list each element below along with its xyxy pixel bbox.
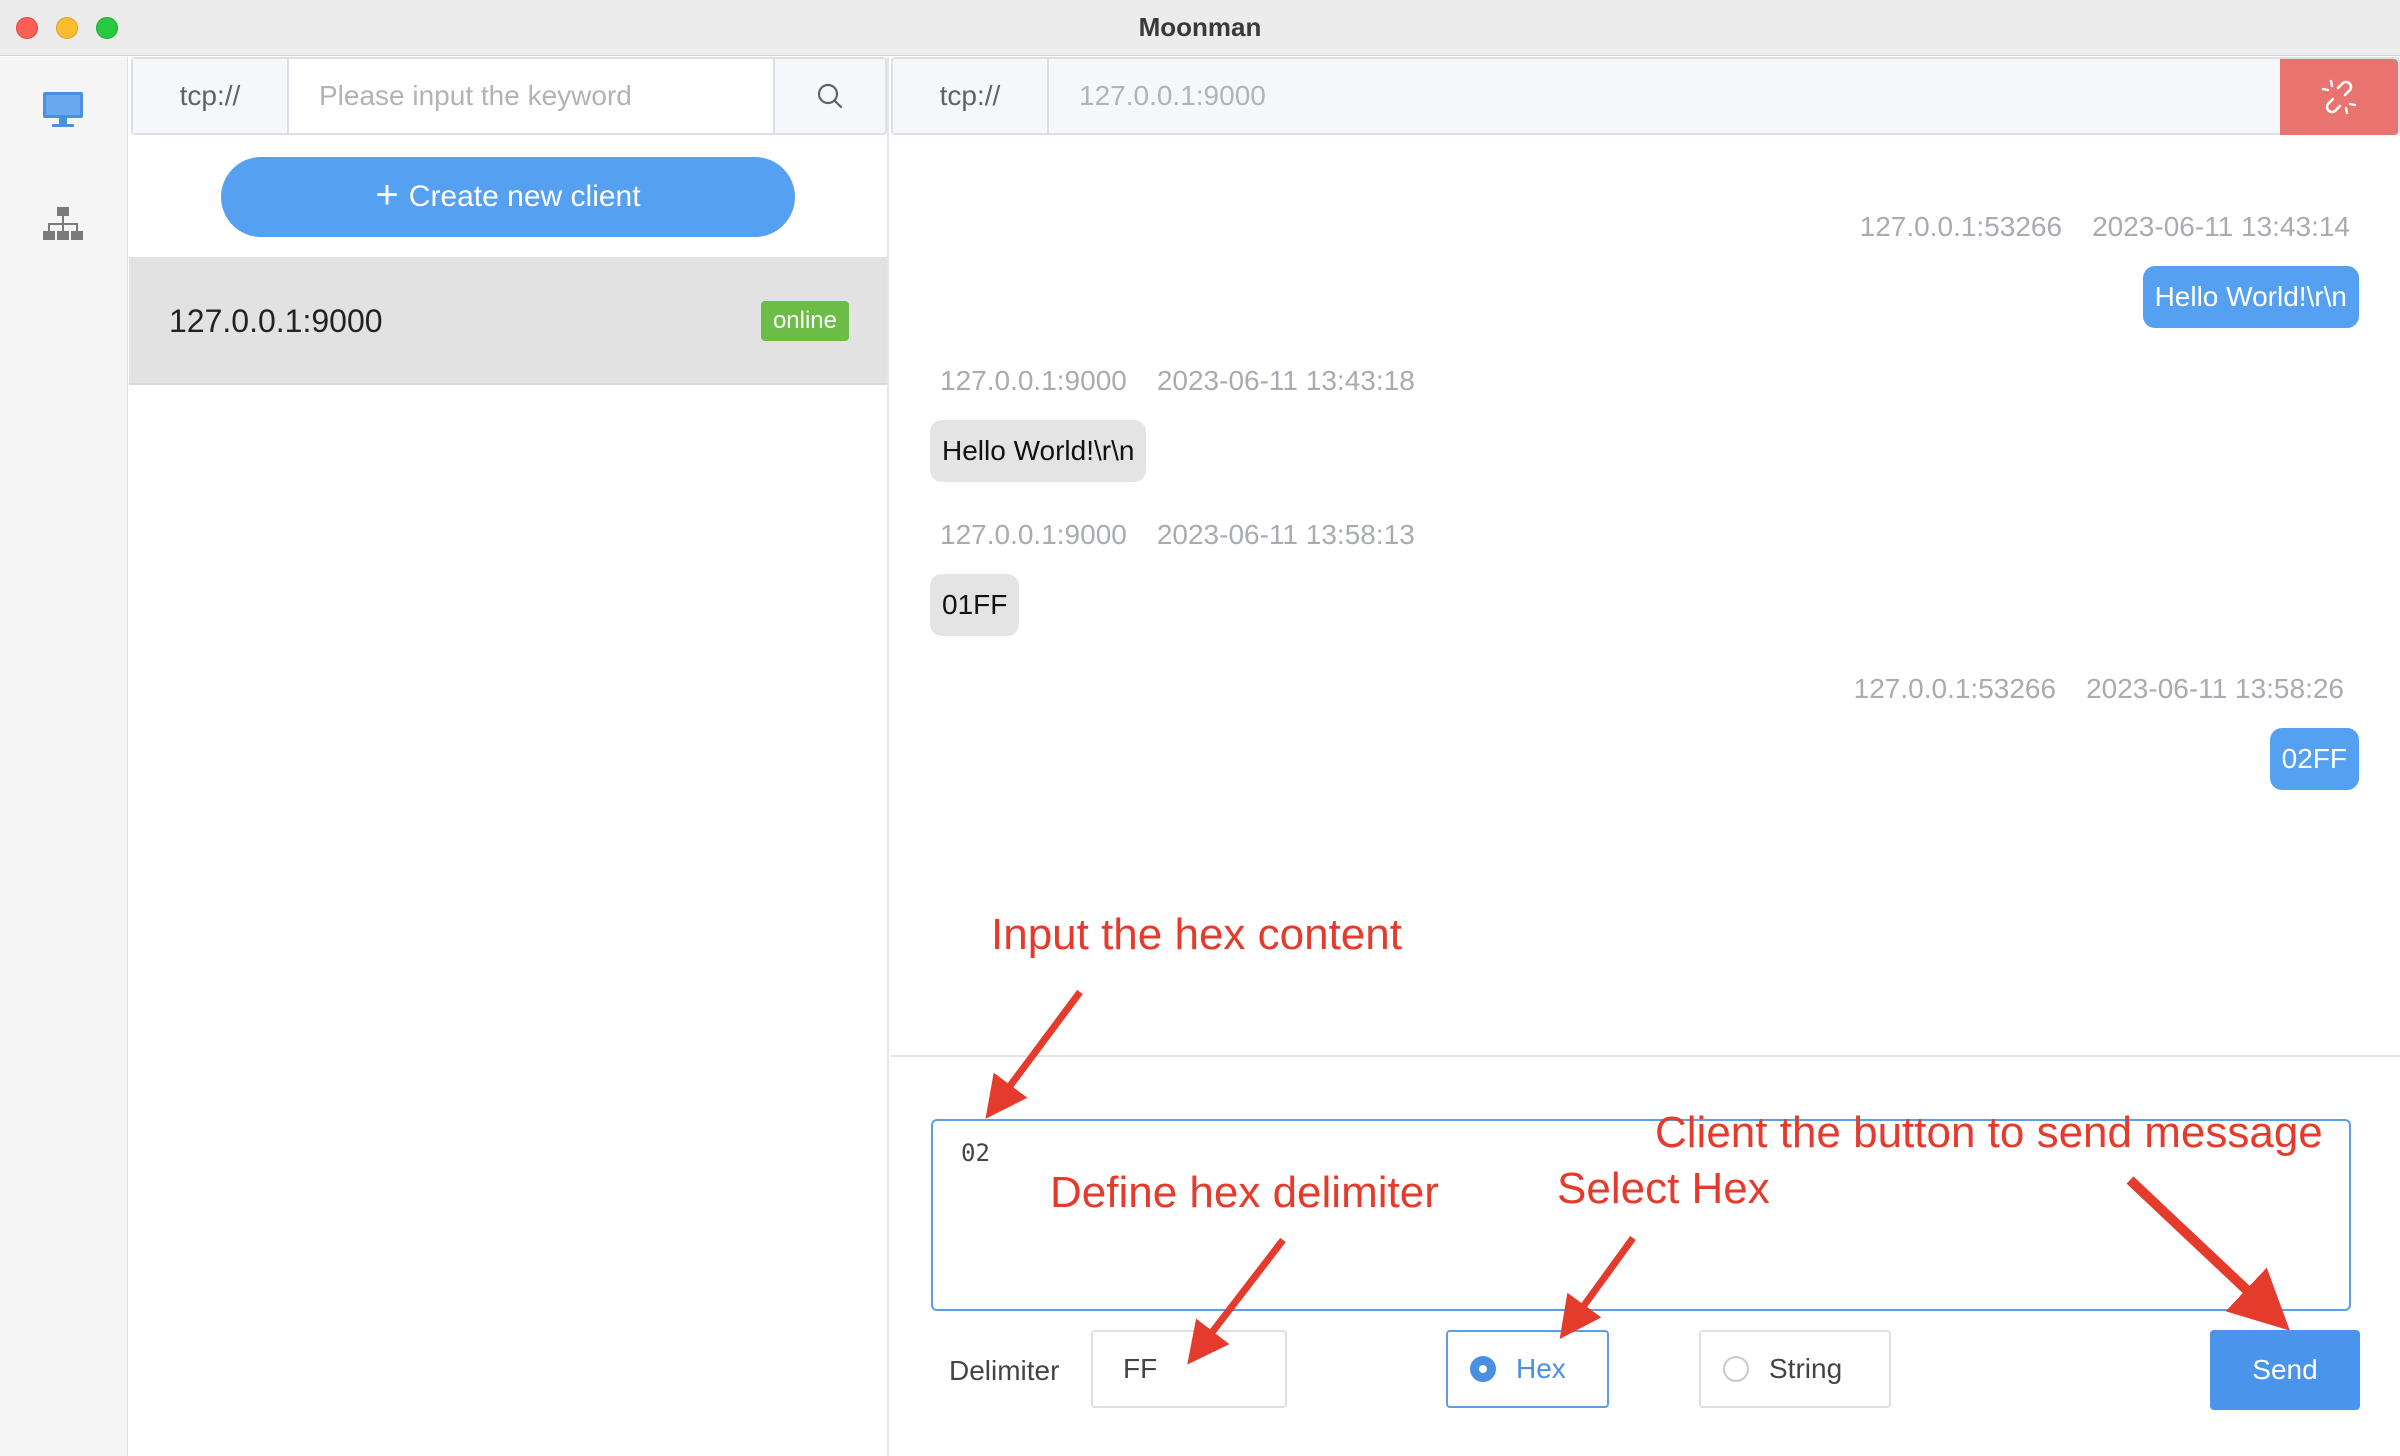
client-search-input[interactable] xyxy=(289,59,773,133)
hex-radio[interactable]: Hex xyxy=(1446,1330,1609,1408)
message-source: 127.0.0.1:53266 xyxy=(1859,211,2063,242)
create-client-button[interactable]: + Create new client xyxy=(221,157,795,237)
client-list-panel: tcp:// + Create new client 127.0.0.1:900… xyxy=(129,57,889,1456)
annotation-input-hint: Input the hex content xyxy=(991,910,1402,959)
status-badge: online xyxy=(760,301,849,341)
disconnect-button[interactable] xyxy=(2280,59,2398,135)
message-bubble-incoming: Hello World!\r\n xyxy=(930,420,1147,482)
delimiter-input[interactable] xyxy=(1091,1330,1287,1408)
annotation-send-hint: Client the button to send message xyxy=(1655,1108,2323,1157)
radio-checked-icon xyxy=(1470,1356,1496,1382)
hex-radio-label: Hex xyxy=(1516,1353,1566,1384)
connection-address-input xyxy=(1049,59,2280,133)
message-source: 127.0.0.1:53266 xyxy=(1853,673,2057,704)
delimiter-label: Delimiter xyxy=(949,1355,1060,1386)
message-meta: 127.0.0.1:53266 2023-06-11 13:43:14 xyxy=(1860,211,2350,243)
app-window: Moonman tcp:// Please input the keyword … xyxy=(0,0,2400,1456)
composer-divider xyxy=(891,1055,2400,1057)
message-time: 2023-06-11 13:43:18 xyxy=(1156,365,1415,396)
chat-panel: tcp:// 127.0.0.1:53266 2023-06-11 13:43:1… xyxy=(891,57,2400,1456)
address-protocol-prefix: tcp:// xyxy=(893,59,1049,133)
connection-address-bar: tcp:// xyxy=(891,57,2400,135)
search-protocol-prefix: tcp:// xyxy=(133,59,289,133)
client-list-item[interactable]: 127.0.0.1:9000 online xyxy=(129,257,887,385)
annotation-delimiter-hint: Define hex delimiter xyxy=(1050,1168,1439,1217)
window-title: Moonman xyxy=(1138,12,1262,42)
title-bar: Moonman xyxy=(0,0,2400,56)
message-time: 2023-06-11 13:58:26 xyxy=(2086,673,2344,704)
string-radio-label: String xyxy=(1769,1353,1843,1384)
nav-rail xyxy=(0,57,128,1456)
send-button[interactable]: Send xyxy=(2210,1330,2360,1410)
client-address: 127.0.0.1:9000 xyxy=(169,303,383,339)
unlink-icon xyxy=(2321,79,2357,115)
search-icon xyxy=(817,83,843,109)
message-bubble-outgoing: Hello World!\r\n xyxy=(2142,266,2359,328)
client-mode-icon[interactable] xyxy=(40,87,86,133)
string-radio[interactable]: String xyxy=(1699,1330,1891,1408)
message-meta: 127.0.0.1:53266 2023-06-11 13:58:26 xyxy=(1854,673,2344,705)
radio-unchecked-icon xyxy=(1723,1356,1749,1382)
message-time: 2023-06-11 13:43:14 xyxy=(2092,211,2350,242)
message-source: 127.0.0.1:9000 xyxy=(940,365,1127,396)
message-meta: 127.0.0.1:9000 2023-06-11 13:43:18 xyxy=(940,365,1415,397)
message-bubble-incoming: 01FF xyxy=(930,574,1020,636)
server-mode-icon[interactable] xyxy=(40,201,86,247)
create-client-label: Create new client xyxy=(408,180,641,213)
message-meta: 127.0.0.1:9000 2023-06-11 13:58:13 xyxy=(940,519,1415,551)
message-bubble-outgoing: 02FF xyxy=(2269,728,2359,790)
client-search-bar: tcp:// xyxy=(131,57,887,135)
message-source: 127.0.0.1:9000 xyxy=(940,519,1127,550)
search-button[interactable] xyxy=(773,59,885,133)
plus-icon: + xyxy=(375,173,399,217)
annotation-hex-hint: Select Hex xyxy=(1557,1164,1770,1213)
message-time: 2023-06-11 13:58:13 xyxy=(1156,519,1415,550)
